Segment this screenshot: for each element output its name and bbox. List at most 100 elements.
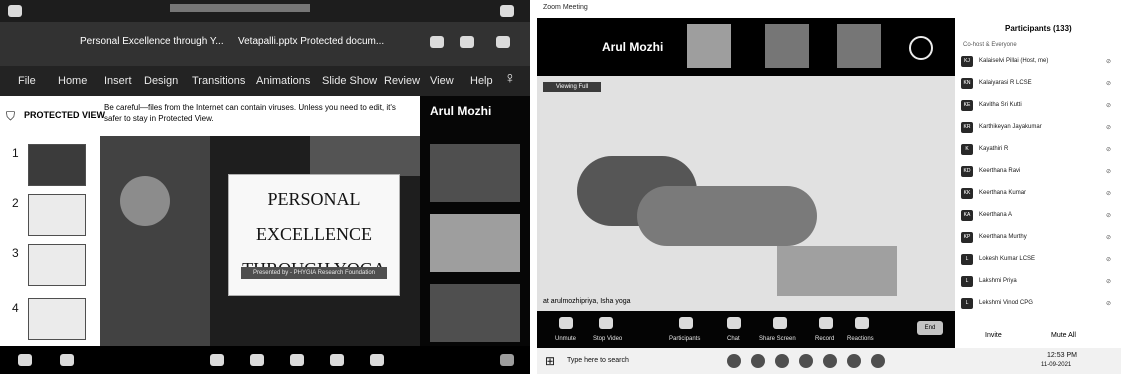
video-camera-icon[interactable]: [60, 354, 74, 366]
muted-mic-icon[interactable]: ⊘: [1106, 168, 1111, 175]
participant-row[interactable]: KD Keerthana Ravi ⊘: [959, 164, 1117, 180]
end-button[interactable]: End: [917, 321, 943, 335]
lightbulb-icon[interactable]: ♀: [504, 70, 516, 88]
participant-logo[interactable]: [430, 214, 520, 272]
photo-collage: [310, 136, 420, 176]
muted-mic-icon[interactable]: ⊘: [1106, 256, 1111, 263]
muted-mic-icon[interactable]: ⊘: [1106, 212, 1111, 219]
taskbar-app-icon[interactable]: [823, 354, 837, 368]
share-screen-icon[interactable]: [773, 317, 787, 329]
participant-row[interactable]: KP Keerthana Murthy ⊘: [959, 230, 1117, 246]
muted-mic-icon[interactable]: ⊘: [1106, 190, 1111, 197]
zoom-meeting-screenshot: Zoom Meeting Arul Mozhi Viewing Full at …: [537, 0, 1121, 374]
muted-mic-icon[interactable]: ⊘: [1106, 234, 1111, 241]
slide-thumbnail[interactable]: [28, 194, 86, 236]
muted-mic-icon[interactable]: ⊘: [1106, 146, 1111, 153]
participant-row[interactable]: KE Kavitha Sri Kutti ⊘: [959, 98, 1117, 114]
minimize-icon[interactable]: [430, 36, 444, 48]
participant-row[interactable]: KJ Kalaiselvi Pillai (Host, me) ⊘: [959, 54, 1117, 70]
tab-design[interactable]: Design: [144, 75, 178, 87]
slide-title-line: PERSONAL: [267, 189, 361, 209]
presenter-name: Arul Mozhi: [430, 104, 492, 118]
muted-mic-icon[interactable]: ⊘: [1106, 278, 1111, 285]
next-page-icon[interactable]: [909, 36, 933, 60]
participant-name: Kalaiyarasi R LCSE: [979, 80, 1032, 86]
flower-photo: [100, 136, 210, 346]
zoom-share-icon[interactable]: [8, 5, 22, 17]
participant-tile[interactable]: [837, 24, 881, 68]
close-icon[interactable]: [496, 36, 510, 48]
slide-thumbnail[interactable]: [28, 244, 86, 286]
participant-row[interactable]: L Lakshmi Priya ⊘: [959, 274, 1117, 290]
chat-icon[interactable]: [727, 317, 741, 329]
tab-insert[interactable]: Insert: [104, 75, 132, 87]
participants-subtitle: Co-host & Everyone: [963, 42, 1017, 48]
tab-home[interactable]: Home: [58, 75, 87, 87]
host-name: Arul Mozhi: [602, 40, 664, 54]
participant-tile[interactable]: [765, 24, 809, 68]
taskbar-app-icon[interactable]: [799, 354, 813, 368]
participant-tile[interactable]: [687, 24, 731, 68]
video-camera-icon[interactable]: [599, 317, 613, 329]
share-screen-icon[interactable]: [290, 354, 304, 366]
invite-button[interactable]: Invite: [985, 332, 1002, 339]
end-meeting-icon[interactable]: [500, 354, 514, 366]
muted-mic-icon[interactable]: ⊘: [1106, 300, 1111, 307]
search-box[interactable]: Type here to search: [567, 357, 629, 364]
chat-icon[interactable]: [250, 354, 264, 366]
tab-help[interactable]: Help: [470, 75, 493, 87]
taskbar-app-icon[interactable]: [775, 354, 789, 368]
protected-view-label: PROTECTED VIEW: [24, 110, 106, 120]
slide-number: 3: [12, 246, 19, 260]
microphone-icon[interactable]: [559, 317, 573, 329]
maximize-icon[interactable]: [460, 36, 474, 48]
participant-name: Keerthana Kumar: [979, 190, 1027, 196]
muted-mic-icon[interactable]: ⊘: [1106, 58, 1111, 65]
participant-name: Keerthana Murthy: [979, 234, 1027, 240]
document-title: Personal Excellence through Y...: [80, 36, 224, 47]
participant-row[interactable]: L Lekshmi Vinod CPG ⊘: [959, 296, 1117, 312]
reactions-icon[interactable]: [855, 317, 869, 329]
participants-icon[interactable]: [210, 354, 224, 366]
slide-thumbnail[interactable]: [28, 144, 86, 186]
taskbar-app-icon[interactable]: [727, 354, 741, 368]
taskbar-app-icon[interactable]: [847, 354, 861, 368]
participant-video[interactable]: [430, 284, 520, 342]
tab-transitions[interactable]: Transitions: [192, 75, 245, 87]
record-icon[interactable]: [819, 317, 833, 329]
participant-row[interactable]: KA Keerthana A ⊘: [959, 208, 1117, 224]
participant-row[interactable]: L Lokesh Kumar LCSE ⊘: [959, 252, 1117, 268]
window-controls-icon[interactable]: [500, 5, 514, 17]
record-icon[interactable]: [330, 354, 344, 366]
reactions-icon[interactable]: [370, 354, 384, 366]
taskbar-app-icon[interactable]: [751, 354, 765, 368]
tab-review[interactable]: Review: [384, 75, 420, 87]
participant-avatar: K: [961, 144, 973, 155]
muted-mic-icon[interactable]: ⊘: [1106, 80, 1111, 87]
participant-avatar: KA: [961, 210, 973, 221]
view-label[interactable]: Viewing Full: [543, 82, 601, 92]
microphone-icon[interactable]: [18, 354, 32, 366]
participant-row[interactable]: KR Karthikeyan Jayakumar ⊘: [959, 120, 1117, 136]
windows-start-icon[interactable]: ⊞: [545, 354, 555, 368]
participant-name: Lekshmi Vinod CPG: [979, 300, 1033, 306]
muted-mic-icon[interactable]: ⊘: [1106, 102, 1111, 109]
participant-row[interactable]: KK Keerthana Kumar ⊘: [959, 186, 1117, 202]
tab-animations[interactable]: Animations: [256, 75, 310, 87]
participant-row[interactable]: K Kayathiri R ⊘: [959, 142, 1117, 158]
control-label: Record: [815, 336, 835, 342]
participant-video[interactable]: [430, 144, 520, 202]
muted-mic-icon[interactable]: ⊘: [1106, 124, 1111, 131]
tab-file[interactable]: File: [18, 75, 36, 87]
participant-avatar: KK: [961, 188, 973, 199]
slide-title-line: EXCELLENCE: [256, 224, 372, 244]
slide-thumbnail[interactable]: [28, 298, 86, 340]
participant-row[interactable]: KN Kalaiyarasi R LCSE ⊘: [959, 76, 1117, 92]
mute-all-button[interactable]: Mute All: [1051, 332, 1076, 339]
taskbar-app-icon[interactable]: [871, 354, 885, 368]
tab-slide-show[interactable]: Slide Show: [322, 75, 377, 87]
control-label: Unmute: [555, 336, 577, 342]
participants-icon[interactable]: [679, 317, 693, 329]
tab-view[interactable]: View: [430, 75, 454, 87]
zoom-share-bar: [0, 0, 530, 22]
